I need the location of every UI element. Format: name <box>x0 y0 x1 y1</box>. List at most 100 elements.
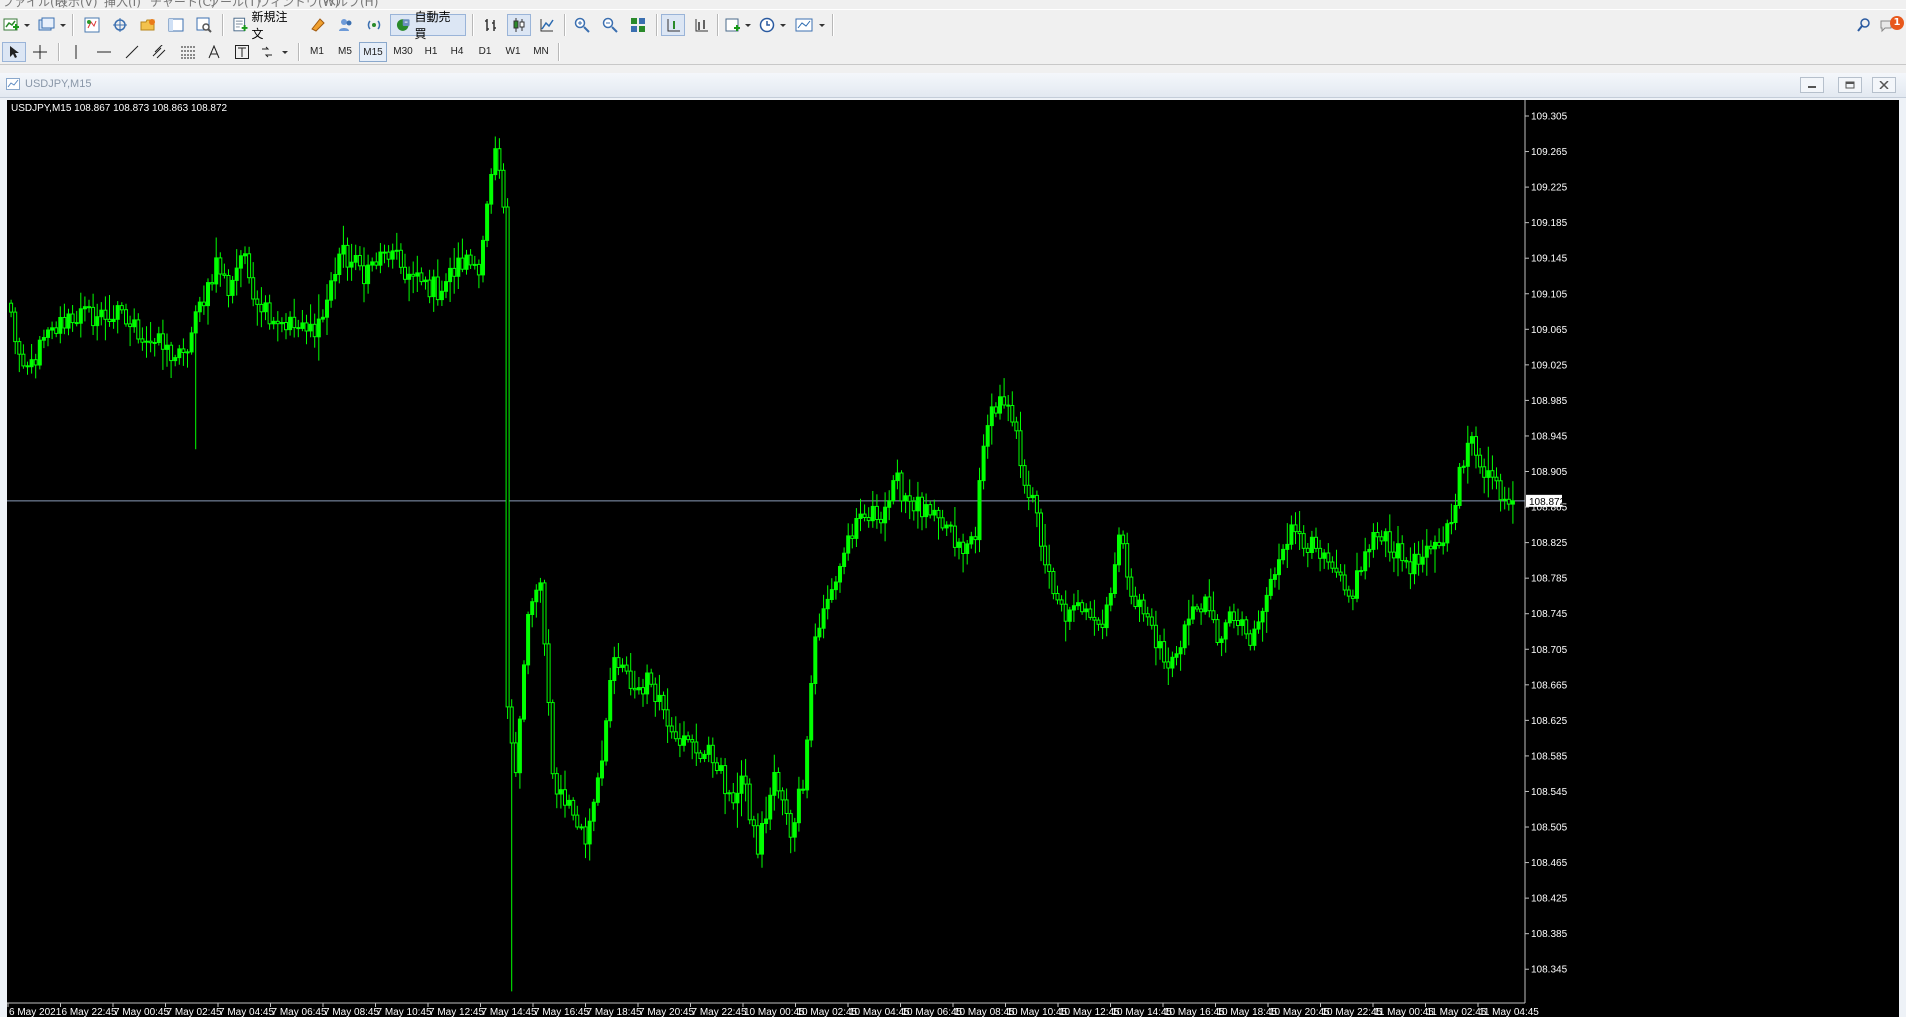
candle-body-bull <box>1076 602 1080 607</box>
market-watch-button[interactable] <box>80 14 104 36</box>
restore-button[interactable] <box>1838 77 1862 93</box>
candle-body-bear <box>1215 619 1220 643</box>
candle-body-bear <box>1305 547 1310 553</box>
tile-windows-button[interactable] <box>626 14 650 36</box>
chart-window-icon <box>6 78 20 90</box>
candle-body-bear <box>181 348 186 353</box>
timeframe-h1[interactable]: H1 <box>419 42 443 62</box>
indicators-button[interactable] <box>724 14 754 36</box>
candle-body-bull <box>156 333 161 344</box>
candle-body-bull <box>193 311 198 334</box>
menu-tools[interactable]: ツール(T) <box>208 0 261 8</box>
close-button[interactable] <box>1872 77 1896 93</box>
timeframe-mn[interactable]: MN <box>528 42 554 62</box>
arrows-icon <box>262 46 288 58</box>
candle-body-bull <box>1071 605 1076 611</box>
crosshair-button[interactable] <box>28 42 52 62</box>
candle-body-bull <box>932 509 937 516</box>
candle-body-bear <box>1195 606 1199 610</box>
tester-button[interactable] <box>192 14 216 36</box>
candle-body-bull <box>243 253 247 257</box>
candle-body-bear <box>136 319 141 340</box>
line-chart-button[interactable] <box>535 14 559 36</box>
new-chart-button[interactable] <box>2 14 32 36</box>
auto-trading-button[interactable]: 自動売買 <box>390 10 466 41</box>
candle-body-bull <box>965 543 970 554</box>
minimize-button[interactable] <box>1800 77 1824 93</box>
candle-body-bear <box>1141 599 1146 615</box>
templates-button[interactable] <box>794 14 828 36</box>
menu-view[interactable]: 表示(V) <box>56 0 98 8</box>
candle-body-bear <box>148 340 153 344</box>
candlestick-button[interactable] <box>507 14 531 36</box>
menu-help[interactable]: ヘルプ(H) <box>324 0 378 8</box>
bar-chart-button[interactable] <box>479 14 503 36</box>
candle-body-bear <box>226 275 231 296</box>
periods-button[interactable] <box>758 14 790 36</box>
timeframe-m1[interactable]: M1 <box>305 42 329 62</box>
price-tick-label: 109.105 <box>1531 289 1568 300</box>
new-order-button[interactable]: 新規注文 <box>228 10 302 41</box>
candle-body-bear <box>698 752 703 760</box>
zoom-in-button[interactable] <box>570 14 594 36</box>
price-chart[interactable]: 109.305 109.265 109.225 109.185 109.145 109.1… <box>7 100 1899 1017</box>
timeframe-m30[interactable]: M30 <box>389 42 417 62</box>
terminal-button[interactable] <box>164 14 188 36</box>
candle-body-bull <box>394 249 399 252</box>
candle-body-bear <box>284 322 288 331</box>
chart-shift-button[interactable] <box>689 14 713 36</box>
candle-body-bear <box>1022 465 1027 486</box>
candle-body-bull <box>1158 641 1162 649</box>
candle-body-bear <box>460 257 465 270</box>
cursor-button[interactable] <box>2 42 26 62</box>
text-button[interactable] <box>202 42 226 62</box>
candle-body-bear <box>345 244 350 268</box>
candle-body-bull <box>378 251 383 266</box>
candle-body-bull <box>530 601 535 616</box>
text-label-button[interactable] <box>230 42 254 62</box>
fibonacci-button[interactable] <box>176 42 200 62</box>
candle-body-bull <box>1433 541 1437 550</box>
menu-chart[interactable]: チャート(C) <box>150 0 216 8</box>
timeframe-m15[interactable]: M15 <box>359 42 387 62</box>
candle-body-bear <box>1334 567 1339 573</box>
candle-body-bear <box>948 524 953 527</box>
menu-insert[interactable]: 挿入(I) <box>104 0 141 8</box>
channel-button[interactable] <box>148 42 172 62</box>
arrows-button[interactable] <box>258 42 292 62</box>
time-tick-label: 7 May 22:45 <box>692 1007 747 1017</box>
candle-body-bull <box>1277 559 1281 576</box>
metaeditor-button[interactable] <box>306 14 330 36</box>
notifications-button[interactable]: 1 <box>1878 14 1904 36</box>
auto-scroll-button[interactable] <box>661 14 685 36</box>
candle-body-bull <box>1445 523 1450 544</box>
vertical-line-button[interactable] <box>64 42 88 62</box>
community-button[interactable] <box>334 14 358 36</box>
candle-body-bull <box>1457 466 1462 506</box>
candle-body-bear <box>1010 405 1015 423</box>
trendline-button[interactable] <box>120 42 144 62</box>
close-icon <box>1879 81 1889 89</box>
timeframe-w1[interactable]: W1 <box>501 42 525 62</box>
signals-button[interactable] <box>362 14 386 36</box>
candle-body-bull <box>989 406 994 427</box>
candle-body-bull <box>821 608 826 629</box>
candle-body-bear <box>1494 476 1499 482</box>
candle-body-bull <box>915 496 920 512</box>
chart-window-titlebar[interactable]: USDJPY,M15 <box>0 73 1906 98</box>
candlestick-chart[interactable]: 109.305 109.265 109.225 109.185 109.145 109.1… <box>7 100 1899 1017</box>
candle-body-bear <box>247 253 252 279</box>
candle-body-bear <box>119 305 124 311</box>
data-window-button[interactable] <box>108 14 132 36</box>
profiles-button[interactable] <box>36 14 68 36</box>
candle-body-bear <box>1121 534 1126 545</box>
candle-body-bull <box>870 505 875 522</box>
search-button[interactable] <box>1852 14 1876 36</box>
timeframe-d1[interactable]: D1 <box>473 42 497 62</box>
timeframe-h4[interactable]: H4 <box>445 42 469 62</box>
timeframe-m5[interactable]: M5 <box>333 42 357 62</box>
navigator-button[interactable] <box>136 14 160 36</box>
horizontal-line-button[interactable] <box>92 42 116 62</box>
zoom-out-button[interactable] <box>598 14 622 36</box>
candle-body-bear <box>542 582 547 645</box>
